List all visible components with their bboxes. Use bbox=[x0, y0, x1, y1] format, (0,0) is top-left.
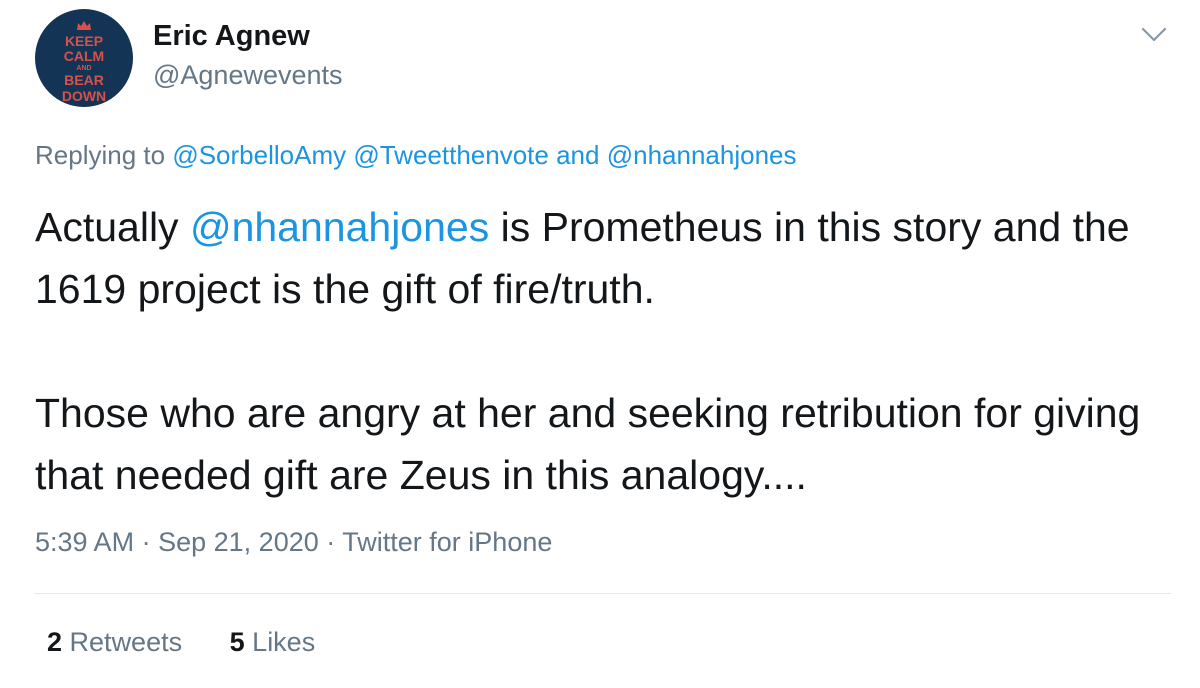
mention-link[interactable]: @Tweetthenvote bbox=[353, 140, 549, 170]
avatar-text-line: AND bbox=[76, 65, 92, 72]
mention-link[interactable]: @nhannahjones bbox=[190, 204, 489, 250]
tweet-date[interactable]: Sep 21, 2020 bbox=[158, 527, 319, 557]
tweet-time[interactable]: 5:39 AM bbox=[35, 527, 134, 557]
meta-separator: · bbox=[141, 527, 151, 557]
reply-conjunction: and bbox=[556, 140, 600, 170]
avatar-text-line: CALM bbox=[63, 48, 105, 64]
tweet-stats: 2 Retweets 5 Likes bbox=[47, 627, 315, 658]
mention-link[interactable]: @nhannahjones bbox=[607, 140, 797, 170]
avatar-text-line: KEEP bbox=[64, 33, 104, 49]
divider bbox=[35, 593, 1171, 594]
meta-separator: · bbox=[326, 527, 336, 557]
likes-stat[interactable]: 5 Likes bbox=[230, 627, 316, 657]
mention-link[interactable]: @SorbelloAmy bbox=[172, 140, 346, 170]
tweet-text-segment: Actually bbox=[35, 204, 190, 250]
avatar[interactable]: KEEP CALM AND BEAR DOWN bbox=[35, 9, 133, 107]
crown-icon bbox=[77, 21, 91, 30]
likes-count: 5 bbox=[229, 627, 245, 657]
likes-label: Likes bbox=[252, 627, 316, 657]
retweets-stat[interactable]: 2 Retweets bbox=[47, 627, 182, 657]
reply-context: Replying to @SorbelloAmy @Tweetthenvote … bbox=[35, 140, 797, 171]
chevron-down-icon[interactable] bbox=[1140, 26, 1168, 44]
user-handle[interactable]: @Agnewevents bbox=[153, 60, 343, 91]
tweet-paragraph: Actually @nhannahjones is Prometheus in … bbox=[35, 196, 1175, 320]
tweet-source[interactable]: Twitter for iPhone bbox=[342, 527, 552, 557]
reply-prefix: Replying to bbox=[35, 140, 166, 170]
retweets-count: 2 bbox=[47, 627, 63, 657]
display-name[interactable]: Eric Agnew bbox=[153, 20, 310, 53]
tweet-paragraph: Those who are angry at her and seeking r… bbox=[35, 390, 1141, 498]
avatar-text-line: DOWN bbox=[61, 88, 107, 104]
tweet-text: Actually @nhannahjones is Prometheus in … bbox=[35, 196, 1175, 506]
avatar-text-line: BEAR bbox=[64, 72, 104, 88]
retweets-label: Retweets bbox=[69, 627, 183, 657]
tweet-meta: 5:39 AM · Sep 21, 2020 · Twitter for iPh… bbox=[35, 527, 552, 558]
